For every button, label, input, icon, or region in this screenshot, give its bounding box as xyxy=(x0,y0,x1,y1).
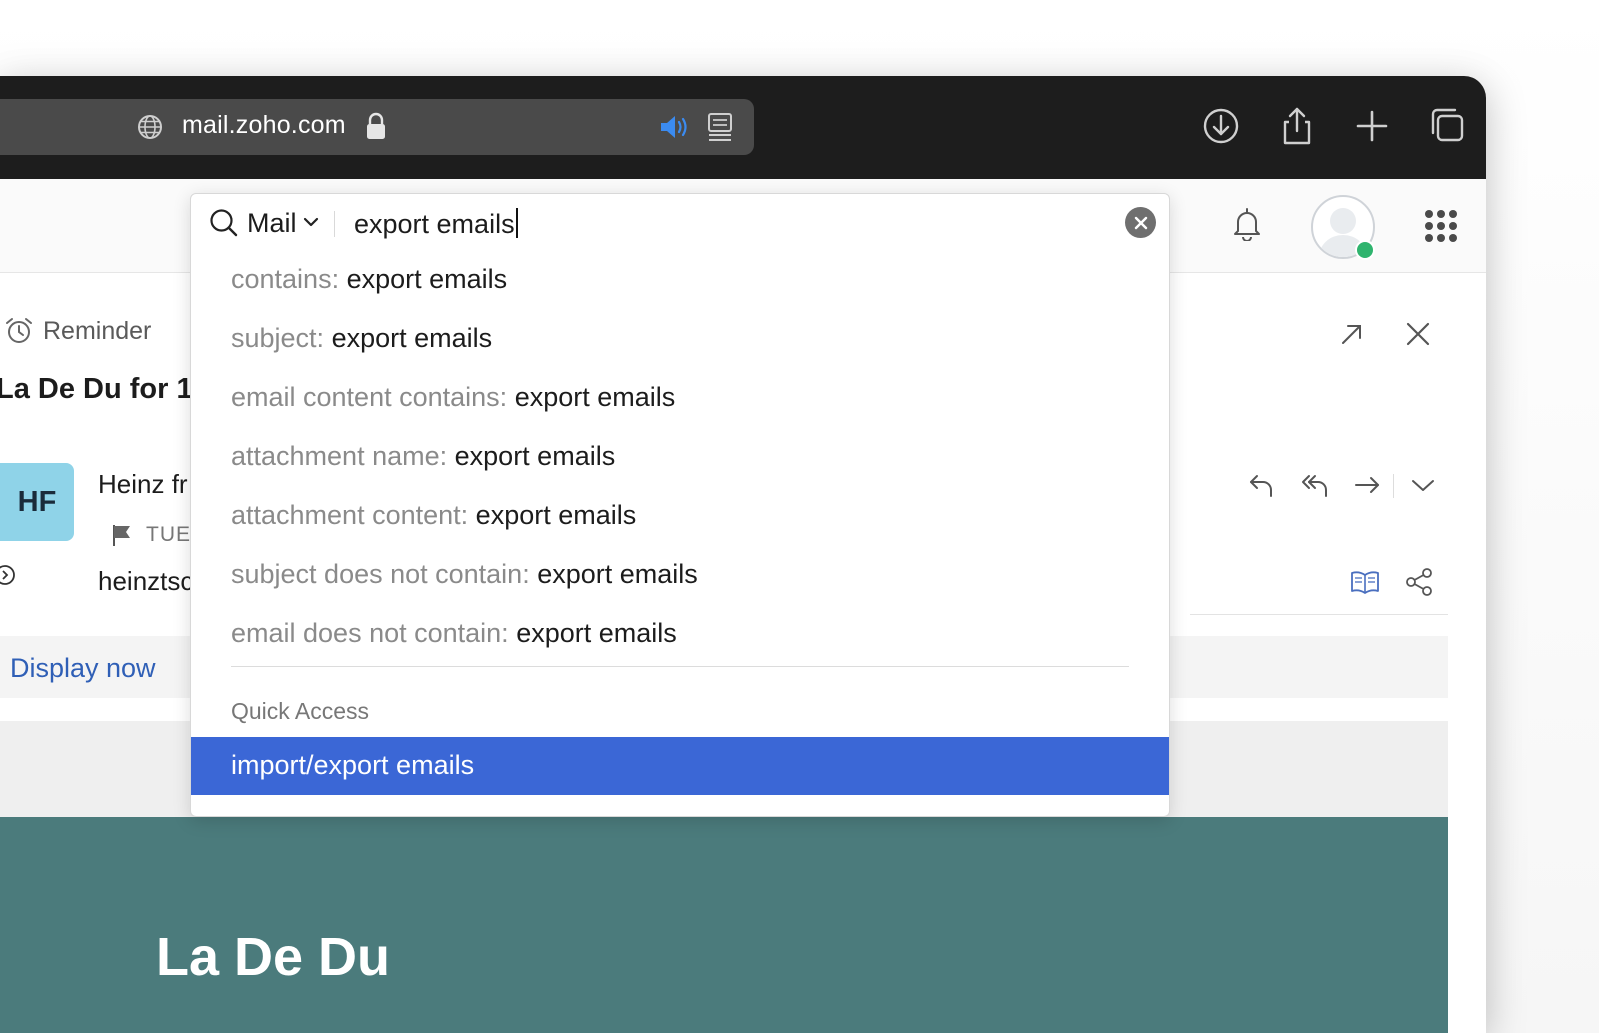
suggestion-key: attachment content: xyxy=(231,500,469,530)
download-icon[interactable] xyxy=(1202,106,1240,146)
search-suggestion[interactable]: attachment name: export emails xyxy=(231,441,615,481)
new-tab-icon[interactable] xyxy=(1353,106,1391,146)
quick-access-item[interactable]: import/export emails xyxy=(191,737,1169,795)
tab-overview-icon[interactable] xyxy=(1428,106,1466,146)
sender-email[interactable]: heinztsc xyxy=(98,566,193,597)
globe-icon xyxy=(138,115,162,139)
sender-avatar: HF xyxy=(0,463,74,541)
more-actions-chevron-icon[interactable] xyxy=(1408,470,1438,500)
clear-x-icon xyxy=(1134,216,1147,229)
mail-date: TUE xyxy=(146,523,191,546)
suggestion-key: subject does not contain: xyxy=(231,559,530,589)
mail-subject: La De Du for 1 xyxy=(0,373,193,405)
search-input-value: export emails xyxy=(354,209,515,239)
chevron-down-icon[interactable] xyxy=(303,216,319,228)
notifications-bell-icon[interactable] xyxy=(1232,207,1262,241)
speaker-icon[interactable] xyxy=(658,113,690,141)
search-suggestion[interactable]: attachment content: export emails xyxy=(231,500,636,540)
suggestion-value: export emails xyxy=(346,264,508,294)
sender-name[interactable]: Heinz fr xyxy=(98,469,188,500)
email-body-banner xyxy=(0,817,1448,1033)
header-divider xyxy=(1190,614,1448,615)
share-icon[interactable] xyxy=(1278,106,1316,146)
suggestion-value: export emails xyxy=(514,382,676,412)
alarm-clock-icon xyxy=(6,318,32,343)
search-suggestion[interactable]: email does not contain: export emails xyxy=(231,618,677,658)
search-input[interactable]: export emails xyxy=(354,208,518,240)
expand-details-icon[interactable] xyxy=(0,563,20,587)
reader-mode-icon[interactable] xyxy=(706,112,734,142)
action-divider xyxy=(1393,474,1394,498)
quick-access-item-label: import/export emails xyxy=(231,750,475,780)
search-bar: Mail export emails xyxy=(191,194,1169,252)
flag-icon[interactable] xyxy=(111,523,133,547)
suggestion-value: export emails xyxy=(537,559,698,589)
search-suggestion[interactable]: subject does not contain: export emails xyxy=(231,559,698,599)
suggestion-key: attachment name: xyxy=(231,441,448,471)
scope-divider xyxy=(334,211,335,237)
suggestion-key: email does not contain: xyxy=(231,618,509,648)
pop-out-icon[interactable] xyxy=(1337,319,1367,349)
suggestion-key: contains: xyxy=(231,264,340,294)
suggestion-value: export emails xyxy=(331,323,493,353)
browser-toolbar: mail.zoho.com xyxy=(0,76,1486,179)
suggestion-key: email content contains: xyxy=(231,382,508,412)
suggestion-value: export emails xyxy=(516,618,677,648)
text-caret xyxy=(515,208,518,238)
quick-access-heading: Quick Access xyxy=(231,698,370,724)
url-text[interactable]: mail.zoho.com xyxy=(182,111,346,140)
suggestion-value: export emails xyxy=(454,441,616,471)
reply-all-icon[interactable] xyxy=(1300,470,1330,500)
reading-view-icon[interactable] xyxy=(1350,567,1380,597)
forward-icon[interactable] xyxy=(1353,470,1383,500)
search-scope-dropdown[interactable]: Mail xyxy=(247,208,297,239)
app-grid-icon[interactable] xyxy=(1423,208,1459,244)
display-now-link[interactable]: Display now xyxy=(10,653,156,684)
suggestion-key: subject: xyxy=(231,323,325,353)
share-link-icon[interactable] xyxy=(1404,567,1434,597)
clear-search-button[interactable] xyxy=(1125,207,1156,238)
lock-icon xyxy=(367,112,385,139)
search-icon xyxy=(210,209,238,237)
address-bar[interactable]: mail.zoho.com xyxy=(0,99,754,155)
search-suggestion[interactable]: subject: export emails xyxy=(231,323,492,363)
reply-icon[interactable] xyxy=(1247,470,1277,500)
suggestions-divider xyxy=(231,666,1129,667)
close-icon[interactable] xyxy=(1403,319,1433,349)
email-body-title: La De Du xyxy=(156,927,391,987)
suggestion-value: export emails xyxy=(475,500,637,530)
search-panel: Mail export emails contains: export emai… xyxy=(190,193,1170,817)
online-status-dot xyxy=(1355,240,1375,260)
search-suggestion[interactable]: contains: export emails xyxy=(231,264,507,304)
reminder-label[interactable]: Reminder xyxy=(43,317,151,346)
sender-initials: HF xyxy=(17,485,57,518)
search-suggestion[interactable]: email content contains: export emails xyxy=(231,382,675,422)
